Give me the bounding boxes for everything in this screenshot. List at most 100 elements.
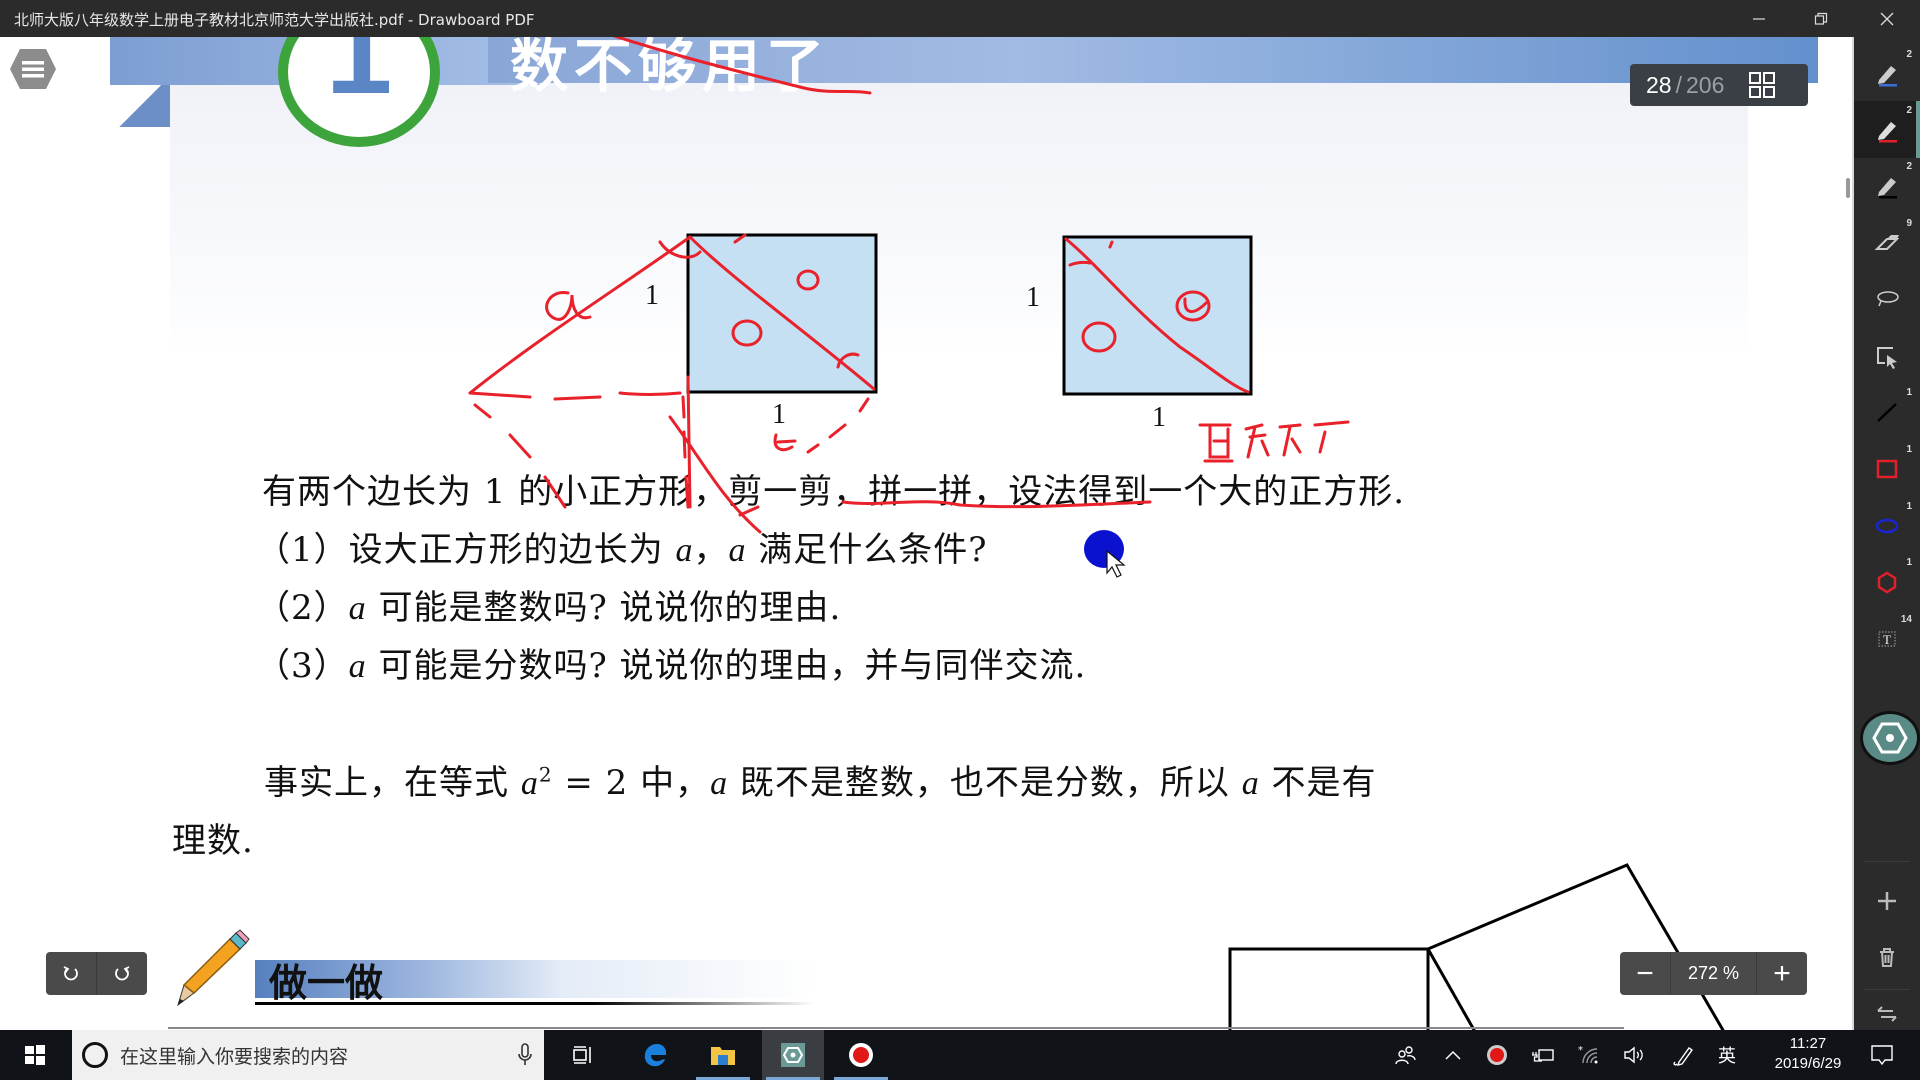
people-button[interactable] [1384,1030,1428,1080]
pen-blue-tool[interactable]: 2 [1854,45,1920,102]
select-icon [1877,346,1897,369]
plus-icon [1878,891,1896,910]
pen-icon [1878,177,1897,198]
record-icon [849,1043,873,1067]
toolbar-divider [1864,861,1910,862]
add-tool-button[interactable] [1854,872,1920,929]
pointer-vertical [686,375,692,509]
handwritten-a [545,291,592,321]
vertical-scrollbar-thumb[interactable] [1846,178,1850,198]
tool-badge: 2 [1906,49,1912,60]
circle-1-mark [796,269,820,291]
svg-text:T: T [1883,632,1891,647]
angle-mark [733,233,747,244]
tool-badge: 14 [1900,614,1912,625]
swap-sidebar-button[interactable] [1854,997,1920,1030]
select-tool[interactable] [1854,327,1920,384]
line-tool[interactable]: 1 [1854,383,1920,440]
pen-workspace-button[interactable] [1662,1030,1704,1080]
line-icon [1877,402,1897,422]
edge-icon [644,1044,667,1067]
eraser-icon [1874,234,1900,250]
circle-4-inner [1183,297,1208,313]
screen-recorder-button[interactable] [830,1030,892,1080]
rectangle-tool[interactable]: 1 [1854,440,1920,497]
zoom-in-button[interactable]: + [1757,952,1807,995]
zoom-control: − 272 % + [1620,952,1807,995]
minimize-icon [1753,17,1765,20]
redo-button[interactable] [97,952,147,995]
zoom-level[interactable]: 272 % [1670,952,1757,995]
tool-sidebar: 2 2 2 9 1 1 1 1 14 T [1852,37,1920,1030]
toolbar-divider [1864,989,1910,990]
hexagon-settings-icon [1872,722,1908,754]
pdf-canvas[interactable]: 1 数不够用了 1 1 1 1 有两个边长为 1 的小正方形，剪一剪，拼一拼，设… [0,37,1852,1030]
delete-tool-button[interactable] [1854,928,1920,985]
minimize-button[interactable] [1728,0,1790,37]
swap-arrows-icon [1877,1005,1897,1022]
speaker-icon [1624,1046,1643,1064]
tool-badge: 9 [1906,218,1912,229]
zoom-out-button[interactable]: − [1620,952,1670,995]
thumbnail-grid-icon[interactable] [1748,71,1776,99]
ime-indicator[interactable]: 英 [1706,1030,1748,1080]
pen-red-tool[interactable]: 2 [1854,101,1920,158]
chevron-up-icon [1445,1050,1461,1060]
recorder-tray-icon[interactable] [1476,1030,1518,1080]
tool-badge: 2 [1906,161,1912,172]
tool-badge: 1 [1906,557,1912,568]
microphone-icon[interactable] [518,1043,532,1067]
action-center-button[interactable] [1852,1030,1912,1080]
folder-icon [711,1047,735,1065]
laser-pointer [1084,530,1126,578]
record-icon [1487,1045,1507,1065]
hexagon-icon [1877,571,1897,593]
current-page[interactable]: 28 [1646,72,1672,99]
pen-icon [1878,65,1897,86]
undo-button[interactable] [46,952,97,995]
pen-workspace-icon [1673,1047,1693,1066]
menu-button[interactable] [8,47,58,91]
system-clock[interactable]: 11:27 2019/6/29 [1756,1034,1860,1074]
network-tray-icon[interactable]: * [1568,1030,1610,1080]
tool-badge: 2 [1906,105,1912,116]
drawboard-pdf-button[interactable] [762,1030,824,1080]
total-pages: 206 [1685,71,1725,98]
volume-tray-icon[interactable] [1614,1030,1656,1080]
search-placeholder: 在这里输入你要搜索的内容 [120,1045,349,1068]
task-view-button[interactable] [552,1030,614,1080]
edge-browser-button[interactable] [624,1030,686,1080]
taskbar-search-box[interactable]: 在这里输入你要搜索的内容 [72,1030,544,1080]
pen-black-tool[interactable]: 2 [1854,157,1920,214]
clock-date: 2019/6/29 [1774,1055,1842,1072]
windows-logo-icon [25,1045,45,1065]
restore-button[interactable] [1790,0,1852,37]
window-title: 北师大版八年级数学上册电子教材北京师范大学出版社.pdf - Drawboard… [14,11,535,29]
toolbar-toggle-button[interactable] [1860,711,1920,765]
tool-badge: 1 [1906,444,1912,455]
lasso-tool[interactable] [1854,270,1920,327]
clock-time: 11:27 [1789,1035,1827,1052]
start-button[interactable] [4,1030,66,1080]
angle-mark [836,352,860,369]
people-icon [1395,1046,1416,1065]
circle-3-mark [1081,321,1117,353]
undo-icon [63,965,78,980]
hamburger-icon [10,49,56,89]
battery-tray-icon[interactable] [1522,1030,1564,1080]
eraser-tool[interactable]: 9 [1854,214,1920,271]
polygon-tool[interactable]: 1 [1854,553,1920,610]
pointer-to-text [668,415,762,534]
close-button[interactable] [1856,0,1918,37]
pen-icon [1878,121,1897,142]
page-counter[interactable]: 28 / 206 [1630,64,1808,106]
file-explorer-button[interactable] [692,1030,754,1080]
drawboard-icon [781,1043,805,1067]
rectangle-icon [1876,459,1898,478]
battery-charging-icon [1532,1049,1554,1062]
handwritten-note [1198,420,1350,463]
show-hidden-icons-button[interactable] [1432,1030,1474,1080]
text-tool[interactable]: 14 T [1854,610,1920,667]
ellipse-tool[interactable]: 1 [1854,497,1920,554]
dashed-left [473,403,567,509]
